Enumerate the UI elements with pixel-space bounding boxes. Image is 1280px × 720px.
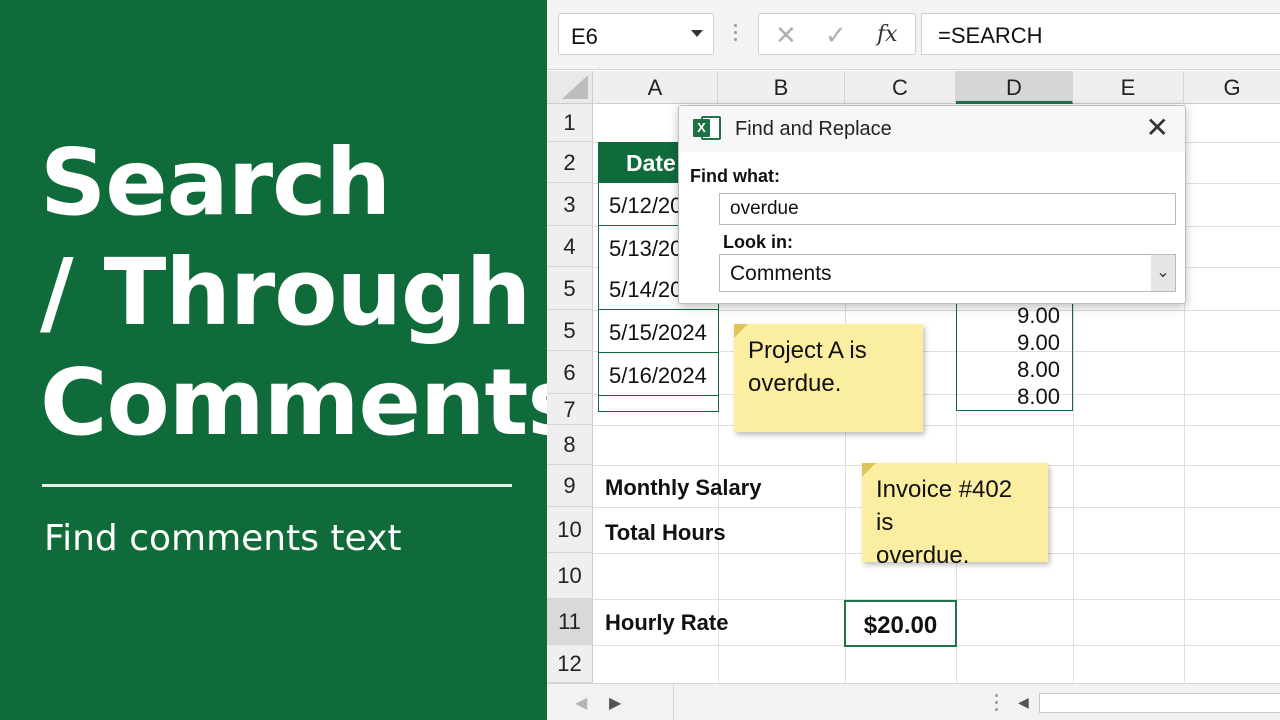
dialog-titlebar[interactable]: X Find and Replace ✕ xyxy=(679,106,1185,152)
grid-line xyxy=(593,425,1280,426)
horizontal-scrollbar[interactable] xyxy=(1039,693,1280,713)
hourly-rate-label[interactable]: Hourly Rate xyxy=(605,610,728,636)
next-sheet-icon[interactable]: ▶ xyxy=(609,693,621,713)
headline: Search / Through Comments xyxy=(40,128,582,458)
monthly-salary-label[interactable]: Monthly Salary xyxy=(605,475,761,501)
cancel-icon[interactable]: ✕ xyxy=(775,20,797,50)
worksheet-grid[interactable]: A B C D E G 1 2 3 4 5 5 6 7 8 9 10 10 11… xyxy=(547,71,1280,683)
row-header[interactable]: 10 xyxy=(547,553,593,599)
divider xyxy=(673,684,674,720)
formula-bar: E6 ✕ ✓ fx =SEARCH xyxy=(547,0,1280,70)
chevron-down-icon[interactable] xyxy=(691,30,703,37)
comment-indicator-icon xyxy=(862,463,876,477)
row-header[interactable]: 3 xyxy=(547,183,593,226)
name-box-value: E6 xyxy=(571,24,598,49)
sheet-tab-bar: ◀ ▶ ◀ xyxy=(547,683,1280,720)
find-what-input[interactable]: overdue xyxy=(719,193,1176,225)
headline-line: Search xyxy=(40,129,391,236)
headline-line: Comments xyxy=(40,349,582,456)
comment-text: Project A is xyxy=(748,337,867,364)
insert-function-icon[interactable]: fx xyxy=(877,20,898,50)
excel-icon: X xyxy=(693,116,721,140)
column-header-c[interactable]: C xyxy=(845,71,956,104)
total-hours-label[interactable]: Total Hours xyxy=(605,520,726,546)
drag-handle-icon[interactable] xyxy=(995,694,999,712)
row-header-selected[interactable]: 11 xyxy=(547,599,593,645)
headline-divider xyxy=(42,484,512,487)
column-header-e[interactable]: E xyxy=(1073,71,1184,104)
comment-text: overdue. xyxy=(876,542,970,569)
excel-window: E6 ✕ ✓ fx =SEARCH A B C D E G 1 2 3 4 5 … xyxy=(547,0,1280,720)
date-cell[interactable]: 5/16/2024 xyxy=(598,353,719,396)
comment-note[interactable]: Invoice #402 is overdue. xyxy=(862,463,1048,569)
column-header-g[interactable]: G xyxy=(1184,71,1280,104)
hours-cell[interactable]: 9.00 xyxy=(956,303,1060,329)
close-icon[interactable]: ✕ xyxy=(1146,112,1169,144)
name-box[interactable]: E6 xyxy=(558,13,714,55)
scroll-left-icon[interactable]: ◀ xyxy=(1018,694,1029,711)
look-in-select[interactable]: Comments ⌄ xyxy=(719,254,1176,292)
comment-text: Invoice #402 is xyxy=(876,476,1013,536)
dialog-title: Find and Replace xyxy=(735,118,892,140)
row-header[interactable]: 12 xyxy=(547,645,593,683)
excel-icon-letter: X xyxy=(693,119,710,137)
check-icon[interactable]: ✓ xyxy=(825,20,847,50)
formula-input[interactable]: =SEARCH xyxy=(921,13,1280,55)
chevron-down-icon[interactable]: ⌄ xyxy=(1151,255,1175,291)
find-replace-dialog: X Find and Replace ✕ Find what: overdue … xyxy=(678,105,1186,304)
hours-cell[interactable]: 9.00 xyxy=(956,330,1060,356)
row-header[interactable]: 5 xyxy=(547,310,593,351)
look-in-label: Look in: xyxy=(723,232,793,252)
row-header[interactable]: 2 xyxy=(547,142,593,183)
column-header-d[interactable]: D xyxy=(956,71,1073,104)
date-cell-empty[interactable] xyxy=(598,396,719,412)
previous-sheet-icon[interactable]: ◀ xyxy=(575,693,587,713)
row-header[interactable]: 10 xyxy=(547,507,593,553)
row-header[interactable]: 5 xyxy=(547,267,593,310)
comment-indicator-icon xyxy=(734,324,748,338)
headline-line: / Through xyxy=(40,239,531,346)
column-header-a[interactable]: A xyxy=(593,71,718,104)
row-header[interactable]: 4 xyxy=(547,226,593,267)
formula-tools: ✕ ✓ fx xyxy=(758,13,916,55)
hourly-rate-cell[interactable]: $20.00 xyxy=(844,600,957,647)
row-header[interactable]: 1 xyxy=(547,104,593,142)
column-header-b[interactable]: B xyxy=(718,71,845,104)
date-cell[interactable]: 5/15/2024 xyxy=(598,310,719,353)
promo-subtitle: Find comments text xyxy=(44,518,402,559)
hours-cell[interactable]: 8.00 xyxy=(956,357,1060,383)
row-header[interactable]: 8 xyxy=(547,425,593,465)
find-what-label: Find what: xyxy=(690,166,780,186)
hours-cell[interactable]: 8.00 xyxy=(956,384,1060,410)
select-all-button[interactable] xyxy=(547,71,593,104)
select-all-icon xyxy=(562,75,588,99)
row-header[interactable]: 7 xyxy=(547,394,593,425)
comment-text: overdue. xyxy=(748,370,842,397)
look-in-value: Comments xyxy=(730,262,832,285)
comment-note[interactable]: Project A is overdue. xyxy=(734,324,923,432)
drag-handle-icon[interactable] xyxy=(734,24,738,46)
promo-panel: Search / Through Comments Find comments … xyxy=(0,0,582,720)
row-header[interactable]: 6 xyxy=(547,351,593,394)
row-header[interactable]: 9 xyxy=(547,465,593,507)
